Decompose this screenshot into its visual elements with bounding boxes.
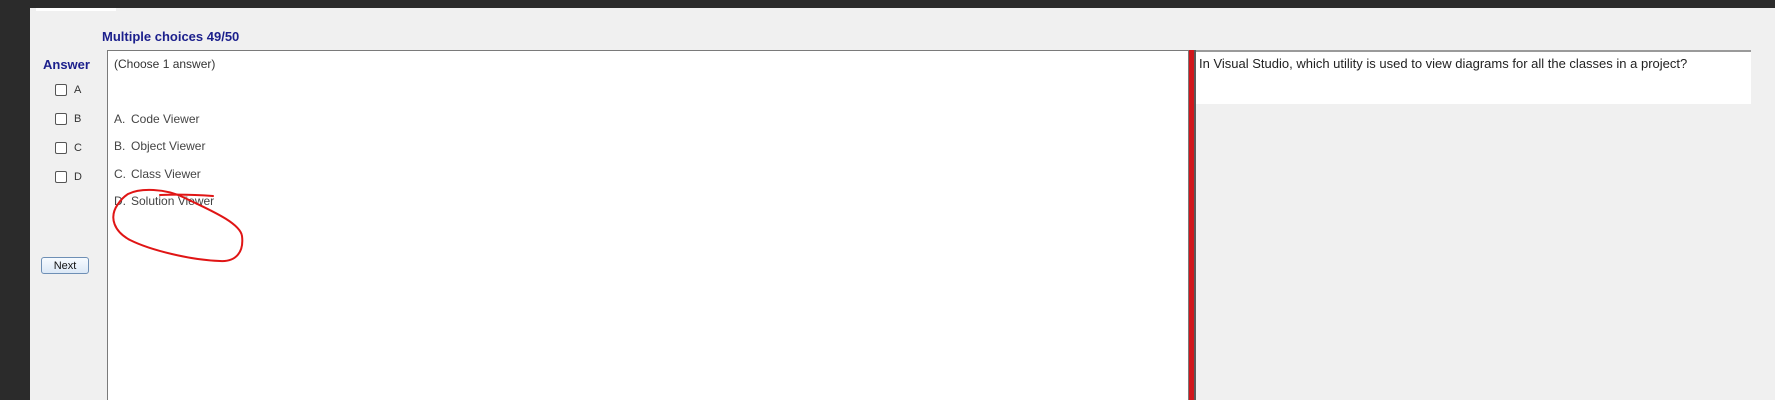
- choose-hint: (Choose 1 answer): [114, 57, 216, 71]
- answer-option-label: C: [74, 142, 82, 154]
- answer-option-b[interactable]: B: [55, 112, 81, 126]
- checkbox-d[interactable]: [55, 171, 67, 183]
- answer-option-label: A: [74, 84, 82, 96]
- choice-letter: B.: [114, 139, 126, 153]
- choice-letter: A.: [114, 112, 126, 126]
- next-button[interactable]: Next: [41, 257, 89, 274]
- question-text: In Visual Studio, which utility is used …: [1199, 56, 1688, 71]
- answer-option-d[interactable]: D: [55, 170, 82, 184]
- choice-text: Class Viewer: [131, 167, 201, 181]
- answer-heading: Answer: [43, 57, 90, 72]
- choice-text: Solution Viewer: [131, 194, 215, 208]
- choice-text: Object Viewer: [131, 139, 206, 153]
- choices-panel: (Choose 1 answer) A. Code Viewer B. Object…: [107, 50, 1189, 400]
- choice-letter: C.: [114, 167, 126, 181]
- choice-b: B. Object Viewer: [114, 139, 205, 153]
- choice-letter: D.: [114, 194, 126, 208]
- answer-option-c[interactable]: C: [55, 141, 82, 155]
- choice-d: D. Solution Viewer: [114, 194, 214, 208]
- answer-option-a[interactable]: A: [55, 83, 81, 97]
- answer-option-label: D: [74, 171, 82, 183]
- choice-c: C. Class Viewer: [114, 167, 201, 181]
- progress-title: Multiple choices 49/50: [102, 29, 240, 44]
- choice-a: A. Code Viewer: [114, 112, 199, 126]
- tab-strip-edge: [36, 8, 116, 11]
- question-panel: In Visual Studio, which utility is used …: [1196, 50, 1751, 104]
- checkbox-a[interactable]: [55, 84, 67, 96]
- choice-text: Code Viewer: [131, 112, 200, 126]
- checkbox-c[interactable]: [55, 142, 67, 154]
- checkbox-b[interactable]: [55, 113, 67, 125]
- answer-option-label: B: [74, 113, 82, 125]
